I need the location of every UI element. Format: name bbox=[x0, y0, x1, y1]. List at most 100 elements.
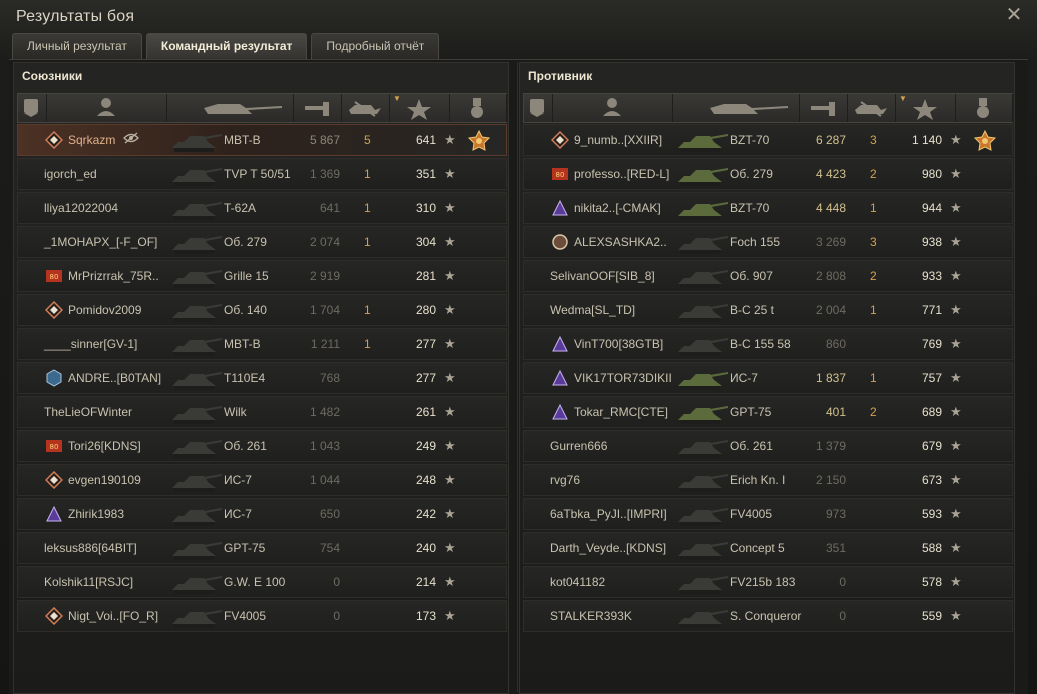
player-name[interactable]: nikita2..[-CMAK] bbox=[574, 201, 661, 215]
player-row[interactable]: TheLieOFWinter Wilk 1 482 261 ★ bbox=[17, 396, 507, 428]
player-badge-icon bbox=[551, 233, 569, 251]
player-name[interactable]: 9_numb..[XXIIR] bbox=[574, 133, 662, 147]
player-name[interactable]: Sqrkazm bbox=[68, 133, 115, 147]
player-row[interactable]: nikita2..[-CMAK] BZT-70 4 448 1 944 ★ bbox=[523, 192, 1013, 224]
kills-icon[interactable] bbox=[341, 94, 390, 122]
player-name[interactable]: STALKER393K bbox=[550, 609, 632, 623]
player-row[interactable]: rvg76 Erich Kn. I 2 150 673 ★ bbox=[523, 464, 1013, 496]
kills-value: 1 bbox=[870, 371, 877, 385]
player-row[interactable]: VinT700[38GTB] B-C 155 58 860 769 ★ bbox=[523, 328, 1013, 360]
xp-value: 277 bbox=[415, 337, 436, 351]
kills-value: 5 bbox=[364, 133, 371, 147]
player-row[interactable]: Zhirik1983 ИС-7 650 242 ★ bbox=[17, 498, 507, 530]
badge-icon[interactable] bbox=[18, 94, 47, 122]
damage-icon[interactable] bbox=[799, 94, 848, 122]
badge-icon[interactable] bbox=[524, 94, 553, 122]
player-row[interactable]: 80 Tori26[KDNS] Об. 261 1 043 249 ★ bbox=[17, 430, 507, 462]
player-name[interactable]: _1MOHAPX_[-F_OF] bbox=[44, 235, 157, 249]
player-row[interactable]: Sqrkazm MBT-B 5 867 5 641 ★ bbox=[17, 124, 507, 156]
player-name[interactable]: Kolshik11[RSJC] bbox=[44, 575, 133, 589]
player-name[interactable]: ANDRE..[B0TAN] bbox=[68, 371, 161, 385]
player-row[interactable]: VIK17TOR73DIKII ИС-7 1 837 1 757 ★ bbox=[523, 362, 1013, 394]
player-row[interactable]: STALKER393K S. Conqueror 0 559 ★ bbox=[523, 600, 1013, 632]
player-name[interactable]: MrPrizrrak_75R.. bbox=[68, 269, 159, 283]
player-row[interactable]: 80 professo..[RED-L] Об. 279 4 423 2 980 ★ bbox=[523, 158, 1013, 190]
player-name[interactable]: Pomidov2009 bbox=[68, 303, 141, 317]
medal-icon[interactable] bbox=[973, 129, 997, 152]
player-row[interactable]: leksus886[64BIT] GPT-75 754 240 ★ bbox=[17, 532, 507, 564]
player-row[interactable]: 9_numb..[XXIIR] BZT-70 6 287 3 1 140 ★ bbox=[523, 124, 1013, 156]
damage-value: 1 482 bbox=[309, 405, 340, 419]
damage-icon[interactable] bbox=[293, 94, 342, 122]
medal-icon[interactable] bbox=[449, 94, 507, 122]
player-row[interactable]: kot041182 FV215b 183 0 578 ★ bbox=[523, 566, 1013, 598]
tank-icon[interactable] bbox=[672, 94, 800, 122]
player-row[interactable]: Darth_Veyde..[KDNS] Concept 5 351 588 ★ bbox=[523, 532, 1013, 564]
player-name[interactable]: Wedma[SL_TD] bbox=[550, 303, 635, 317]
player-name[interactable]: ____sinner[GV-1] bbox=[44, 337, 137, 351]
player-name[interactable]: 6aTbka_PyJI..[IMPRI] bbox=[550, 507, 667, 521]
damage-value: 754 bbox=[319, 541, 340, 555]
player-name[interactable]: SelivanOOF[SIB_8] bbox=[550, 269, 655, 283]
player-row[interactable]: evgen190109 ИС-7 1 044 248 ★ bbox=[17, 464, 507, 496]
player-row[interactable]: 80 MrPrizrrak_75R.. Grille 15 2 919 281 ★ bbox=[17, 260, 507, 292]
player-name[interactable]: igorch_ed bbox=[44, 167, 97, 181]
player-row[interactable]: Pomidov2009 Об. 140 1 704 1 280 ★ bbox=[17, 294, 507, 326]
player-name[interactable]: VinT700[38GTB] bbox=[574, 337, 663, 351]
player-row[interactable]: lliya12022004 T-62A 641 1 310 ★ bbox=[17, 192, 507, 224]
kills-value: 1 bbox=[870, 201, 877, 215]
player-name[interactable]: Darth_Veyde..[KDNS] bbox=[550, 541, 666, 555]
player-name[interactable]: Gurren666 bbox=[550, 439, 607, 453]
player-row[interactable]: SelivanOOF[SIB_8] Об. 907 2 808 2 933 ★ bbox=[523, 260, 1013, 292]
player-name[interactable]: Tokar_RMC[CTE] bbox=[574, 405, 668, 419]
tank-icon[interactable] bbox=[166, 94, 294, 122]
window-title: Результаты боя bbox=[16, 8, 135, 25]
player-name[interactable]: Tori26[KDNS] bbox=[68, 439, 141, 453]
player-name[interactable]: VIK17TOR73DIKII bbox=[574, 371, 672, 385]
medal-icon[interactable] bbox=[467, 129, 491, 152]
medal-icon[interactable] bbox=[955, 94, 1013, 122]
xp-star-icon: ★ bbox=[444, 166, 456, 181]
player-name[interactable]: ALEXSASHKA2.. bbox=[574, 235, 667, 249]
player-name[interactable]: lliya12022004 bbox=[44, 201, 118, 215]
player-row[interactable]: 6aTbka_PyJI..[IMPRI] FV4005 973 593 ★ bbox=[523, 498, 1013, 530]
player-row[interactable]: igorch_ed TVP T 50/51 1 369 1 351 ★ bbox=[17, 158, 507, 190]
player-row[interactable]: Gurren666 Об. 261 1 379 679 ★ bbox=[523, 430, 1013, 462]
player-icon[interactable] bbox=[46, 94, 167, 122]
player-name[interactable]: Zhirik1983 bbox=[68, 507, 124, 521]
xp-star-icon: ★ bbox=[444, 506, 456, 521]
damage-value: 650 bbox=[319, 507, 340, 521]
tab-detailed-report[interactable]: Подробный отчёт bbox=[311, 33, 440, 59]
close-icon[interactable]: ✕ bbox=[1005, 5, 1023, 25]
player-row[interactable]: Kolshik11[RSJC] G.W. E 100 0 214 ★ bbox=[17, 566, 507, 598]
damage-value: 4 423 bbox=[815, 167, 846, 181]
tab-personal-result[interactable]: Личный результат bbox=[12, 33, 142, 59]
player-name[interactable]: evgen190109 bbox=[68, 473, 141, 487]
damage-value: 3 269 bbox=[815, 235, 846, 249]
player-name[interactable]: kot041182 bbox=[550, 575, 605, 589]
player-row[interactable]: Tokar_RMC[CTE] GPT-75 401 2 689 ★ bbox=[523, 396, 1013, 428]
player-row[interactable]: Nigt_Voi..[FO_R] FV4005 0 173 ★ bbox=[17, 600, 507, 632]
allies-panel: Союзники ▼ Sqrkazm MBT-B 5 867 5 641 ★ igorch_… bbox=[13, 62, 509, 694]
player-badge-icon bbox=[551, 199, 569, 217]
player-row[interactable]: ALEXSASHKA2.. Foch 155 3 269 3 938 ★ bbox=[523, 226, 1013, 258]
player-badge-icon bbox=[45, 505, 63, 523]
damage-value: 2 004 bbox=[815, 303, 846, 317]
player-name[interactable]: professo..[RED-L] bbox=[574, 167, 669, 181]
kills-value: 2 bbox=[870, 405, 877, 419]
kills-icon[interactable] bbox=[847, 94, 896, 122]
tab-team-result[interactable]: Командный результат bbox=[145, 33, 308, 59]
xp-star-icon: ★ bbox=[950, 574, 962, 589]
player-row[interactable]: Wedma[SL_TD] B-C 25 t 2 004 1 771 ★ bbox=[523, 294, 1013, 326]
player-name[interactable]: Nigt_Voi..[FO_R] bbox=[68, 609, 158, 623]
player-icon[interactable] bbox=[552, 94, 673, 122]
player-name[interactable]: leksus886[64BIT] bbox=[44, 541, 137, 555]
vehicle-name: T110E4 bbox=[224, 371, 266, 385]
player-row[interactable]: _1MOHAPX_[-F_OF] Об. 279 2 074 1 304 ★ bbox=[17, 226, 507, 258]
xp-value: 248 bbox=[415, 473, 436, 487]
player-name[interactable]: TheLieOFWinter bbox=[44, 405, 132, 419]
player-name[interactable]: rvg76 bbox=[550, 473, 580, 487]
player-row[interactable]: ANDRE..[B0TAN] T110E4 768 277 ★ bbox=[17, 362, 507, 394]
damage-value: 1 044 bbox=[309, 473, 340, 487]
player-row[interactable]: ____sinner[GV-1] MBT-B 1 211 1 277 ★ bbox=[17, 328, 507, 360]
